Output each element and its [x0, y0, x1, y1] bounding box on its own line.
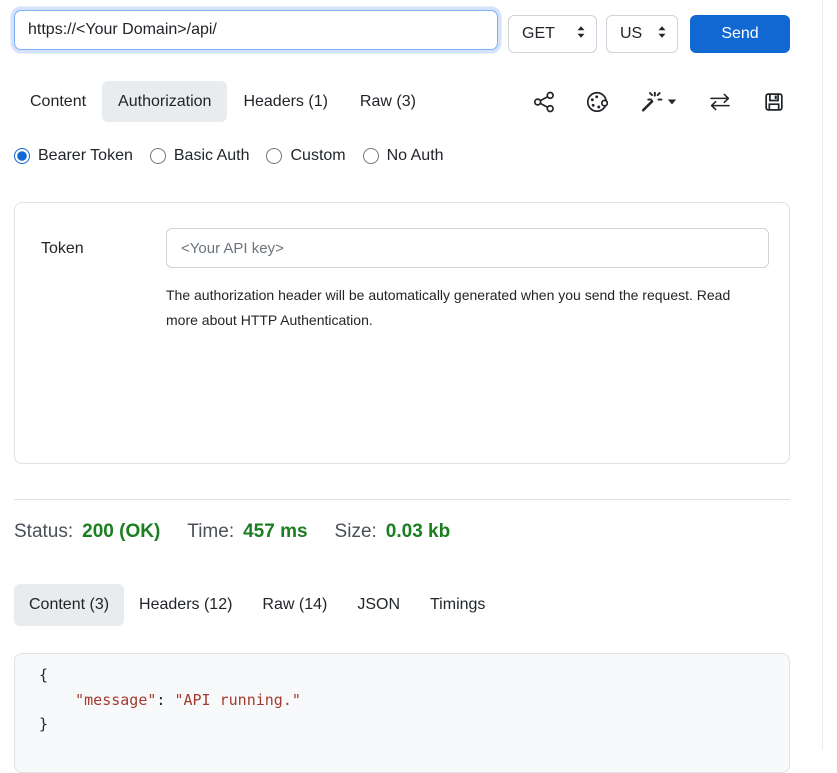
auth-option-no-auth[interactable]: No Auth	[363, 147, 444, 165]
auth-option-label: Bearer Token	[38, 147, 133, 165]
time-label: Time:	[187, 521, 234, 543]
tab-content[interactable]: Content	[14, 81, 102, 122]
size-label: Size:	[335, 521, 377, 543]
status-value: 200 (OK)	[82, 521, 160, 543]
response-tab-headers[interactable]: Headers (12)	[124, 584, 247, 626]
request-toolbar	[533, 81, 785, 122]
response-tab-json[interactable]: JSON	[342, 584, 415, 626]
auth-option-label: Custom	[290, 147, 345, 165]
magic-wand-menu-icon[interactable]	[639, 91, 677, 113]
save-icon[interactable]	[763, 91, 785, 113]
send-button[interactable]: Send	[690, 15, 790, 53]
url-input[interactable]	[14, 10, 498, 50]
content-right-divider	[822, 0, 823, 750]
json-open-brace: {	[39, 666, 48, 684]
json-value: "API running."	[174, 691, 300, 709]
method-select-value: GET	[522, 25, 555, 43]
auth-option-basic-auth[interactable]: Basic Auth	[150, 147, 250, 165]
json-line-3: }	[39, 712, 789, 737]
token-input[interactable]	[166, 228, 769, 268]
token-label: Token	[41, 229, 84, 269]
tab-raw[interactable]: Raw (3)	[344, 81, 432, 122]
palette-icon[interactable]	[586, 91, 608, 113]
response-tab-timings[interactable]: Timings	[415, 584, 500, 626]
tab-headers[interactable]: Headers (1)	[227, 81, 343, 122]
share-icon[interactable]	[533, 91, 555, 113]
time-group: Time: 457 ms	[187, 521, 307, 543]
swap-arrows-icon[interactable]	[708, 92, 732, 112]
time-value: 457 ms	[243, 521, 307, 543]
status-label: Status:	[14, 521, 73, 543]
authorization-panel: Token The authorization header will be a…	[14, 202, 790, 464]
json-key: "message"	[75, 691, 156, 709]
auth-option-custom[interactable]: Custom	[266, 147, 345, 165]
auth-type-options: Bearer Token Basic Auth Custom No Auth	[14, 147, 444, 165]
section-divider	[14, 499, 790, 500]
caret-down-icon	[667, 99, 677, 105]
response-tabs: Content (3) Headers (12) Raw (14) JSON T…	[14, 584, 500, 626]
response-tab-raw[interactable]: Raw (14)	[247, 584, 342, 626]
select-updown-icon	[657, 25, 667, 44]
auth-option-label: Basic Auth	[174, 147, 250, 165]
region-select-value: US	[620, 25, 642, 43]
region-select[interactable]: US	[606, 15, 678, 53]
size-group: Size: 0.03 kb	[335, 521, 451, 543]
auth-option-bearer-token[interactable]: Bearer Token	[14, 147, 133, 165]
no-auth-radio[interactable]	[363, 148, 379, 164]
custom-radio[interactable]	[266, 148, 282, 164]
json-line-1: {	[39, 663, 789, 688]
response-body-panel: { "message": "API running." }	[14, 653, 790, 773]
json-indent	[39, 691, 75, 709]
request-tabs: Content Authorization Headers (1) Raw (3…	[14, 81, 432, 122]
auth-option-label: No Auth	[387, 147, 444, 165]
response-tab-content[interactable]: Content (3)	[14, 584, 124, 626]
json-close-brace: }	[39, 715, 48, 733]
json-line-2: "message": "API running."	[39, 688, 789, 713]
basic-auth-radio[interactable]	[150, 148, 166, 164]
bearer-token-radio[interactable]	[14, 148, 30, 164]
response-summary: Status: 200 (OK) Time: 457 ms Size: 0.03…	[14, 521, 477, 543]
size-value: 0.03 kb	[386, 521, 450, 543]
auth-help-text: The authorization header will be automat…	[166, 283, 751, 333]
method-select[interactable]: GET	[508, 15, 597, 53]
select-updown-icon	[576, 25, 586, 44]
json-separator: :	[156, 691, 174, 709]
status-group: Status: 200 (OK)	[14, 521, 160, 543]
tab-authorization[interactable]: Authorization	[102, 81, 227, 122]
